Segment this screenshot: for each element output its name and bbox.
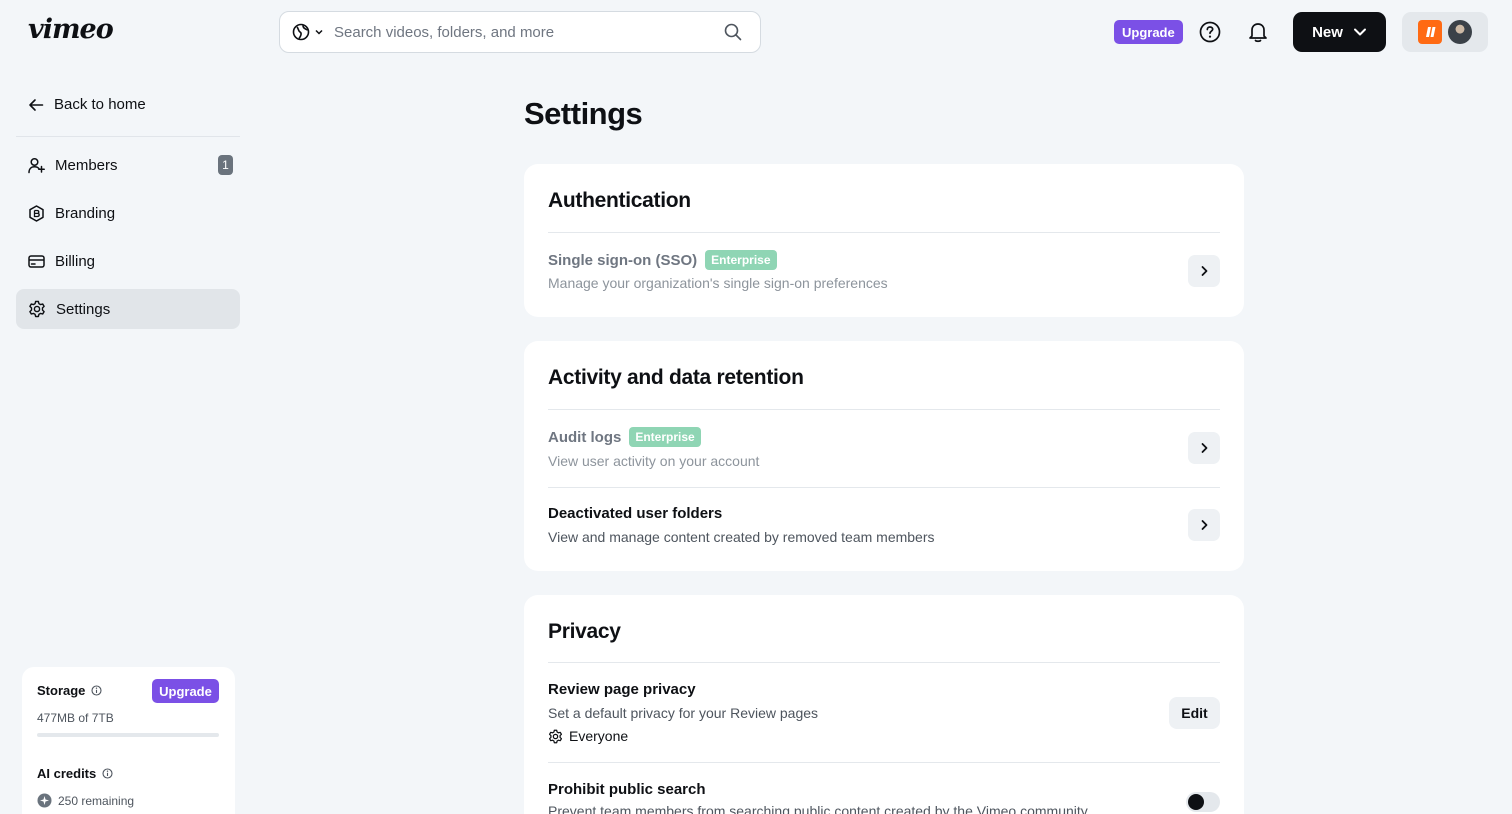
search-icon — [724, 23, 742, 41]
activity-card: Activity and data retention Audit logs E… — [524, 341, 1244, 571]
sidebar-item-members[interactable]: Members 1 — [16, 145, 240, 185]
gear-icon — [548, 729, 563, 743]
team-logo-icon — [1418, 20, 1442, 44]
prohibit-search-title: Prohibit public search — [548, 781, 706, 798]
sso-description: Manage your organization's single sign-o… — [548, 275, 888, 291]
card-divider — [548, 762, 1220, 763]
search-input[interactable] — [334, 23, 724, 41]
card-divider — [548, 487, 1220, 488]
avatar — [1448, 20, 1472, 44]
chevron-right-icon — [1201, 520, 1208, 530]
globe-icon — [292, 23, 310, 41]
prohibit-search-toggle[interactable] — [1186, 792, 1220, 812]
privacy-title: Privacy — [548, 620, 621, 643]
review-privacy-title: Review page privacy — [548, 681, 696, 698]
credit-card-icon — [28, 254, 45, 268]
page-title: Settings — [524, 96, 643, 131]
gear-icon — [29, 300, 45, 318]
chevron-down-icon — [315, 29, 323, 35]
deactivated-folders-open-button[interactable] — [1188, 509, 1220, 541]
search-bar — [279, 11, 761, 53]
sparkle-icon — [37, 793, 52, 808]
vimeo-logo[interactable]: vimeo — [28, 14, 114, 45]
back-to-home-label: Back to home — [54, 96, 146, 113]
audit-logs-title-label: Audit logs — [548, 428, 622, 446]
new-button-label: New — [1312, 23, 1343, 41]
review-privacy-value-label: Everyone — [569, 728, 629, 744]
card-divider — [548, 409, 1220, 410]
ai-credits-remaining-label: 250 remaining — [58, 793, 135, 808]
header-upgrade-button[interactable]: Upgrade — [1114, 20, 1183, 44]
members-count-badge: 1 — [218, 155, 233, 175]
chevron-right-icon — [1201, 443, 1208, 453]
authentication-title: Authentication — [548, 189, 691, 212]
sidebar-item-label: Settings — [56, 300, 111, 318]
account-menu[interactable] — [1402, 12, 1488, 52]
review-privacy-value: Everyone — [548, 728, 628, 744]
storage-title-label: Storage — [37, 683, 86, 698]
ai-credits-title-label: AI credits — [37, 766, 97, 781]
ai-credits-title: AI credits — [37, 766, 113, 781]
toggle-knob — [1188, 794, 1204, 810]
deactivated-folders-description: View and manage content created by remov… — [548, 529, 935, 545]
sidebar-item-label: Branding — [55, 204, 116, 222]
sso-title: Single sign-on (SSO) Enterprise — [548, 250, 777, 270]
storage-usage: 477MB of 7TB — [37, 711, 114, 725]
review-privacy-description: Set a default privacy for your Review pa… — [548, 705, 819, 721]
arrow-left-icon — [29, 98, 44, 111]
back-to-home-link[interactable]: Back to home — [28, 96, 146, 113]
sso-open-button[interactable] — [1188, 255, 1220, 287]
enterprise-badge: Enterprise — [705, 250, 777, 270]
sso-title-label: Single sign-on (SSO) — [548, 251, 698, 269]
authentication-card: Authentication Single sign-on (SSO) Ente… — [524, 164, 1244, 317]
sidebar-item-label: Billing — [55, 252, 96, 270]
help-icon — [1199, 21, 1221, 43]
search-scope-dropdown[interactable] — [292, 23, 324, 41]
storage-progress-bar — [37, 733, 219, 737]
sidebar-item-label: Members — [55, 156, 118, 174]
audit-logs-description: View user activity on your account — [548, 453, 760, 469]
enterprise-badge: Enterprise — [629, 427, 701, 447]
branding-icon — [29, 204, 44, 222]
chevron-right-icon — [1201, 266, 1208, 276]
info-icon[interactable] — [91, 685, 102, 696]
card-divider — [548, 662, 1220, 663]
deactivated-folders-title: Deactivated user folders — [548, 505, 723, 522]
sidebar-item-settings[interactable]: Settings — [16, 289, 240, 329]
review-privacy-edit-button[interactable]: Edit — [1169, 697, 1220, 729]
card-divider — [548, 232, 1220, 233]
user-plus-icon — [28, 157, 45, 173]
search-button[interactable] — [724, 23, 742, 41]
storage-title: Storage — [37, 683, 102, 698]
notifications-button[interactable] — [1246, 20, 1270, 44]
help-button[interactable] — [1198, 20, 1222, 44]
privacy-card: Privacy Review page privacy Set a defaul… — [524, 595, 1244, 814]
storage-card: Storage Upgrade 477MB of 7TB AI credits … — [22, 667, 235, 814]
bell-icon — [1249, 23, 1267, 43]
ai-credits-remaining: 250 remaining — [37, 793, 134, 808]
prohibit-search-description: Prevent team members from searching publ… — [548, 803, 1088, 814]
info-icon[interactable] — [102, 768, 113, 779]
audit-logs-title: Audit logs Enterprise — [548, 427, 701, 447]
sidebar-item-branding[interactable]: Branding — [16, 193, 240, 233]
activity-title: Activity and data retention — [548, 366, 804, 389]
sidebar-divider — [16, 136, 240, 137]
new-button[interactable]: New — [1293, 12, 1386, 52]
chevron-down-icon — [1353, 28, 1366, 36]
storage-upgrade-button[interactable]: Upgrade — [152, 679, 219, 703]
audit-logs-open-button[interactable] — [1188, 432, 1220, 464]
sidebar-item-billing[interactable]: Billing — [16, 241, 240, 281]
